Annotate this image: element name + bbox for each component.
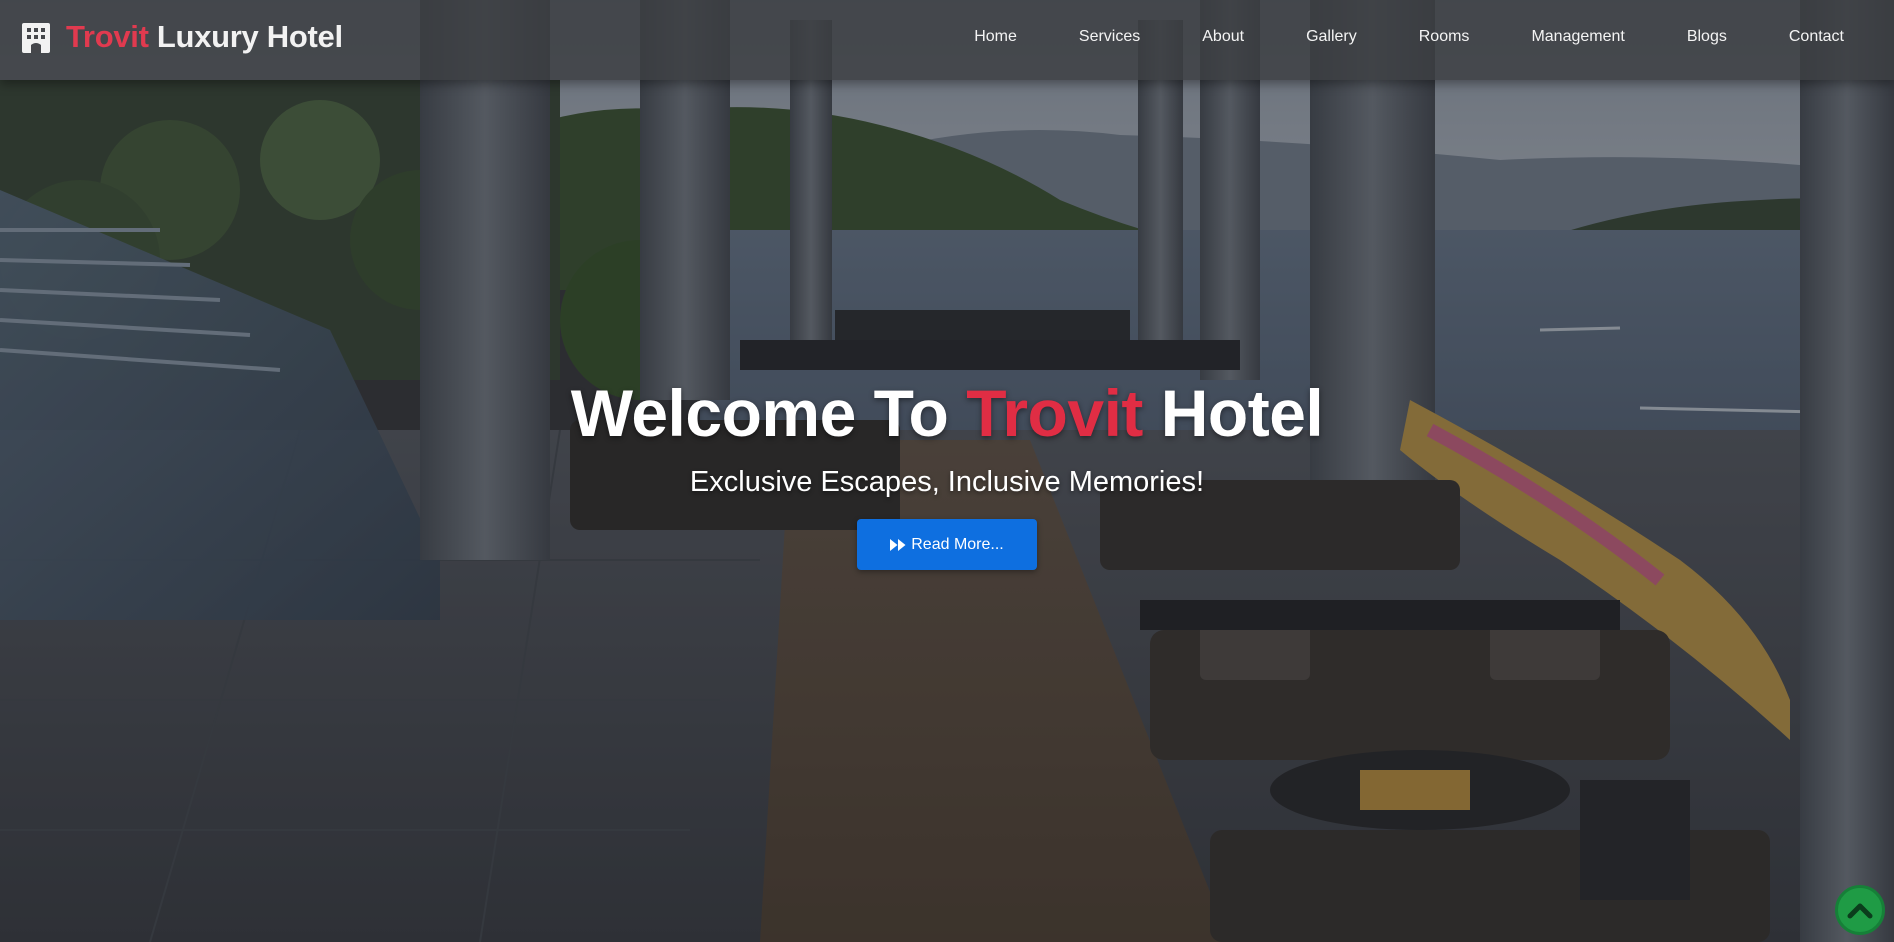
navbar: Trovit Luxury Hotel Home Services About … [0, 0, 1894, 80]
nav-item-management[interactable]: Management [1500, 28, 1655, 46]
hero-title-accent: Trovit [966, 376, 1143, 450]
nav-item-rooms[interactable]: Rooms [1388, 28, 1501, 46]
hero-title-prefix: Welcome To [570, 376, 967, 450]
nav-item-gallery[interactable]: Gallery [1275, 28, 1388, 46]
brand-name-rest: Luxury Hotel [148, 19, 343, 54]
chevron-up-icon [1847, 903, 1873, 919]
hero-title: Welcome To Trovit Hotel [0, 376, 1894, 450]
hero-title-suffix: Hotel [1142, 376, 1324, 450]
hero-content: Welcome To Trovit Hotel Exclusive Escape… [0, 376, 1894, 570]
nav-item-contact[interactable]: Contact [1758, 28, 1858, 46]
nav-item-blogs[interactable]: Blogs [1656, 28, 1758, 46]
hero-subtitle: Exclusive Escapes, Inclusive Memories! [689, 466, 1205, 498]
nav-menu: Home Services About Gallery Rooms Manage… [943, 0, 1858, 74]
nav-item-home[interactable]: Home [943, 28, 1048, 46]
read-more-label: Read More... [911, 535, 1004, 553]
back-to-top-button[interactable] [1835, 885, 1885, 935]
read-more-button[interactable]: Read More... [857, 519, 1037, 570]
brand-name-accent: Trovit [66, 19, 149, 54]
hotel-building-icon [22, 23, 50, 53]
nav-item-about[interactable]: About [1171, 28, 1275, 46]
nav-item-services[interactable]: Services [1048, 28, 1171, 46]
brand-name: Trovit Luxury Hotel [66, 19, 343, 55]
hero-section: Trovit Luxury Hotel Home Services About … [0, 0, 1894, 942]
brand-logo-link[interactable]: Trovit Luxury Hotel [20, 16, 343, 58]
fast-forward-icon [890, 538, 906, 551]
